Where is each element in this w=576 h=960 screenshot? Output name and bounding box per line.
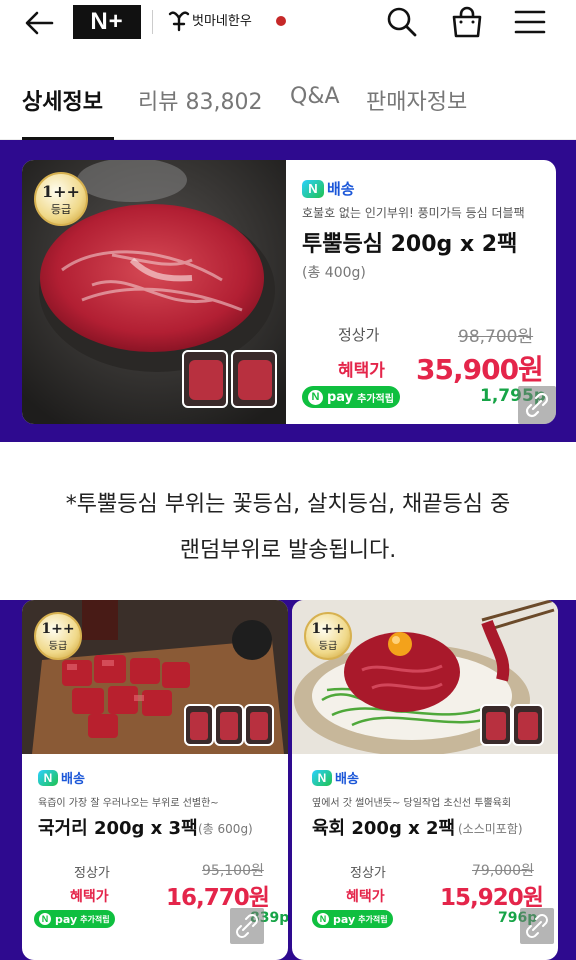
regular-price-label: 정상가 — [338, 326, 380, 344]
back-arrow-icon[interactable] — [22, 8, 58, 38]
tab-detail-info[interactable]: 상세정보 — [22, 84, 103, 116]
tab-seller-info[interactable]: 판매자정보 — [366, 84, 467, 116]
npay-n-icon: N — [308, 389, 323, 405]
brand-name: 벗마네한우 — [192, 14, 252, 29]
notice-line-1: *투뿔등심 부위는 꽃등심, 살치등심, 채끝등심 중 — [65, 492, 511, 517]
product-thumbnail[interactable] — [231, 350, 277, 408]
sale-price-label: 혜택가 — [346, 889, 385, 905]
header-divider — [152, 10, 153, 34]
product-subtitle: 호불호 없는 인기부위! 풍미가득 등심 더블팩 — [302, 206, 525, 220]
product-thumbnail[interactable] — [512, 704, 544, 746]
search-icon[interactable] — [384, 4, 420, 40]
tab-qna[interactable]: Q&A — [290, 84, 340, 109]
brand-seal-icon — [276, 16, 286, 26]
npay-n-icon: N — [39, 913, 51, 925]
grade-badge: 1++ 등급 — [34, 172, 88, 226]
top-app-bar: N+ 벗마네한우 — [0, 0, 576, 60]
n-plus-logo[interactable]: N+ — [73, 5, 141, 39]
regular-price-label: 정상가 — [74, 866, 110, 881]
sale-price-label: 혜택가 — [338, 361, 385, 381]
npay-point-badge: N pay 추가적립 — [34, 910, 115, 928]
detail-tabs: 상세정보 리뷰 83,802 Q&A 판매자정보 — [0, 60, 576, 140]
brand-logo[interactable]: 벗마네한우 — [168, 6, 288, 36]
sale-price-label: 혜택가 — [70, 889, 109, 905]
grade-badge: 1++ 등급 — [304, 612, 352, 660]
share-link-icon[interactable] — [230, 908, 264, 944]
notice-line-2: 랜덤부위로 발송됩니다. — [179, 538, 397, 563]
product-card-soup-beef[interactable]: 1++ 등급 N 배송 육즙이 가장 잘 우러나오는 부위로 선별한~ 국거리 … — [22, 600, 288, 960]
sale-price: 35,900원 — [416, 353, 544, 386]
product-subtitle: 육즙이 가장 잘 우러나오는 부위로 선별한~ — [38, 798, 219, 809]
npay-point-badge: N pay 추가적립 — [302, 386, 400, 408]
product-grid: 1++ 등급 N 배송 육즙이 가장 잘 우러나오는 부위로 선별한~ 국거리 … — [0, 600, 576, 960]
regular-price: 95,100원 — [202, 863, 264, 879]
product-thumbnail[interactable] — [184, 704, 214, 746]
naver-n-icon: N — [302, 179, 324, 198]
product-title: 육회 200g x 2팩 — [312, 818, 456, 839]
tab-reviews[interactable]: 리뷰 83,802 — [138, 84, 262, 116]
product-title: 국거리 200g x 3팩 — [38, 818, 198, 839]
product-total-weight: (총 400g) — [302, 265, 366, 281]
product-total-weight: (소스미포함) — [458, 822, 523, 836]
product-thumbnail[interactable] — [182, 350, 228, 408]
regular-price: 79,000원 — [472, 863, 534, 879]
regular-price-label: 정상가 — [350, 866, 386, 881]
product-title: 투뿔등심 200g x 2팩 — [302, 232, 518, 257]
product-thumbnail[interactable] — [244, 704, 274, 746]
naver-n-icon: N — [38, 769, 58, 786]
main-product-card[interactable]: 1++ 등급 N 배송 호불호 없는 인기부위! 풍미가득 등심 더블팩 투뿔등… — [22, 160, 556, 424]
naver-n-icon: N — [312, 769, 332, 786]
menu-icon[interactable] — [512, 4, 548, 40]
shipping-notice: *투뿔등심 부위는 꽃등심, 살치등심, 채끝등심 중 랜덤부위로 발송됩니다. — [0, 442, 576, 600]
share-link-icon[interactable] — [518, 386, 556, 424]
product-subtitle: 옆에서 갓 썰어낸듯~ 당일작업 초신선 투뿔육회 — [312, 798, 512, 809]
regular-price: 98,700원 — [458, 327, 534, 347]
bull-horn-logo-icon — [168, 11, 190, 32]
npay-n-icon: N — [317, 913, 329, 925]
sale-price: 16,770원 — [166, 885, 270, 911]
product-total-weight: (총 600g) — [198, 822, 253, 836]
grade-badge: 1++ 등급 — [34, 612, 82, 660]
naver-delivery-badge: N 배송 — [38, 768, 85, 787]
share-link-icon[interactable] — [520, 908, 554, 944]
product-card-yukhoe[interactable]: 1++ 등급 N 배송 옆에서 갓 썰어낸듯~ 당일작업 초신선 투뿔육회 육회… — [292, 600, 558, 960]
main-product-info: N 배송 호불호 없는 인기부위! 풍미가득 등심 더블팩 투뿔등심 200g … — [286, 160, 556, 424]
naver-delivery-badge: N 배송 — [302, 178, 355, 199]
shopping-bag-icon[interactable] — [449, 4, 485, 40]
product-thumbnail[interactable] — [214, 704, 244, 746]
product-thumbnail[interactable] — [480, 704, 512, 746]
main-product-banner: 1++ 등급 N 배송 호불호 없는 인기부위! 풍미가득 등심 더블팩 투뿔등… — [0, 140, 576, 442]
sale-price: 15,920원 — [440, 885, 544, 911]
naver-delivery-badge: N 배송 — [312, 768, 359, 787]
npay-point-badge: N pay 추가적립 — [312, 910, 393, 928]
